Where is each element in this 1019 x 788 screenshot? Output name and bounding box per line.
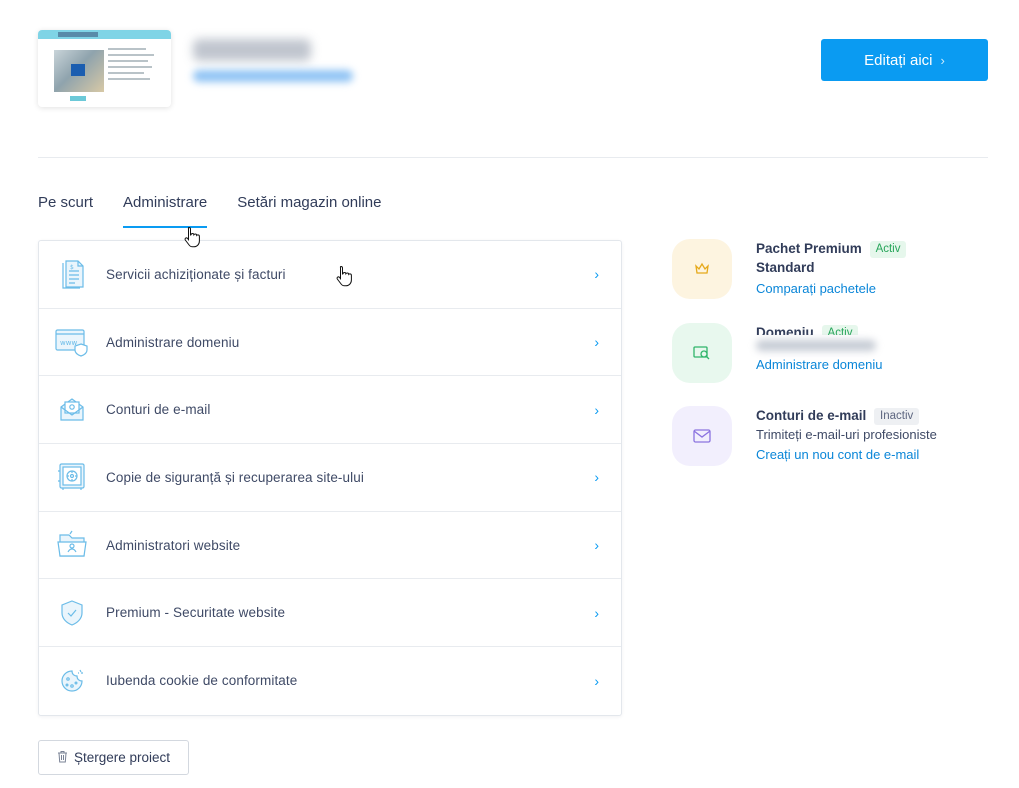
email-subtitle: Trimiteți e-mail-uri profesioniste (756, 427, 937, 442)
create-email-account-link[interactable]: Creați un nou cont de e-mail (756, 445, 919, 465)
list-item-email-accounts[interactable]: Conturi de e-mail › (39, 376, 621, 445)
status-badge: Inactiv (874, 408, 920, 425)
list-item-label: Iubenda cookie de conformitate (106, 673, 298, 689)
site-url-blurred[interactable] (193, 70, 353, 82)
list-item-domain[interactable]: www Administrare domeniu › (39, 309, 621, 377)
list-item-invoices[interactable]: $ Servicii achiziționate și facturi › (39, 241, 621, 309)
header-divider (38, 157, 988, 158)
site-thumbnail[interactable] (38, 30, 171, 107)
domain-search-icon (672, 323, 732, 383)
tab-pe-scurt[interactable]: Pe scurt (38, 194, 93, 230)
delete-project-button[interactable]: Ștergere proiect (38, 740, 189, 775)
status-badge: Activ (821, 325, 859, 335)
svg-text:$: $ (70, 264, 74, 271)
project-tabs: Pe scurt Administrare Setări magazin onl… (38, 194, 382, 230)
list-item-label: Conturi de e-mail (106, 402, 211, 418)
chevron-right-icon: › (594, 266, 599, 283)
list-item-label: Servicii achiziționate și facturi (106, 266, 286, 282)
tab-setari-magazin-online[interactable]: Setări magazin online (237, 194, 381, 230)
list-item-label: Premium - Securitate website (106, 605, 286, 621)
edit-here-button[interactable]: Editați aici › (821, 39, 988, 81)
list-item-label: Administratori website (106, 537, 241, 553)
package-subtitle: Standard (756, 260, 815, 275)
chevron-right-icon: › (594, 604, 599, 621)
shield-check-icon (55, 596, 89, 630)
edit-here-label: Editați aici (864, 51, 933, 69)
cookie-icon (55, 664, 89, 698)
domain-title: Domeniu (756, 325, 814, 335)
list-item-backup[interactable]: Copie de siguranță și recuperarea site-u… (39, 444, 621, 512)
site-name-blurred (193, 39, 311, 61)
list-item-label: Copie de siguranță și recuperarea site-u… (106, 469, 364, 485)
chevron-right-icon: › (594, 401, 599, 418)
chevron-right-icon: › (940, 52, 945, 68)
package-title: Pachet Premium (756, 241, 862, 256)
crown-icon (672, 239, 732, 299)
domain-name-blurred (756, 340, 876, 351)
chevron-right-icon: › (594, 537, 599, 554)
invoice-icon: $ (55, 257, 89, 291)
domain-www-icon: www (55, 325, 89, 359)
list-item-premium-security[interactable]: Premium - Securitate website › (39, 579, 621, 648)
email-title: Conturi de e-mail (756, 408, 867, 423)
envelope-icon (672, 406, 732, 466)
folder-user-icon (55, 528, 89, 562)
project-header: Editați aici › (38, 30, 988, 108)
tab-administrare[interactable]: Administrare (123, 194, 208, 230)
manage-domain-link[interactable]: Administrare domeniu (756, 355, 882, 375)
list-item-website-admins[interactable]: Administratori website › (39, 512, 621, 580)
status-badge: Activ (869, 241, 907, 258)
trash-icon (57, 750, 68, 766)
list-item-iubenda-cookie[interactable]: Iubenda cookie de conformitate › (39, 647, 621, 715)
compare-packages-link[interactable]: Comparați pachetele (756, 279, 876, 299)
list-item-label: Administrare domeniu (106, 334, 240, 350)
safe-backup-icon (55, 460, 89, 494)
email-icon (55, 393, 89, 427)
chevron-right-icon: › (594, 672, 599, 689)
chevron-right-icon: › (594, 469, 599, 486)
delete-project-label: Ștergere proiect (73, 750, 171, 765)
administration-list: $ Servicii achiziționate și facturi › ww… (38, 240, 622, 716)
chevron-right-icon: › (594, 334, 599, 351)
